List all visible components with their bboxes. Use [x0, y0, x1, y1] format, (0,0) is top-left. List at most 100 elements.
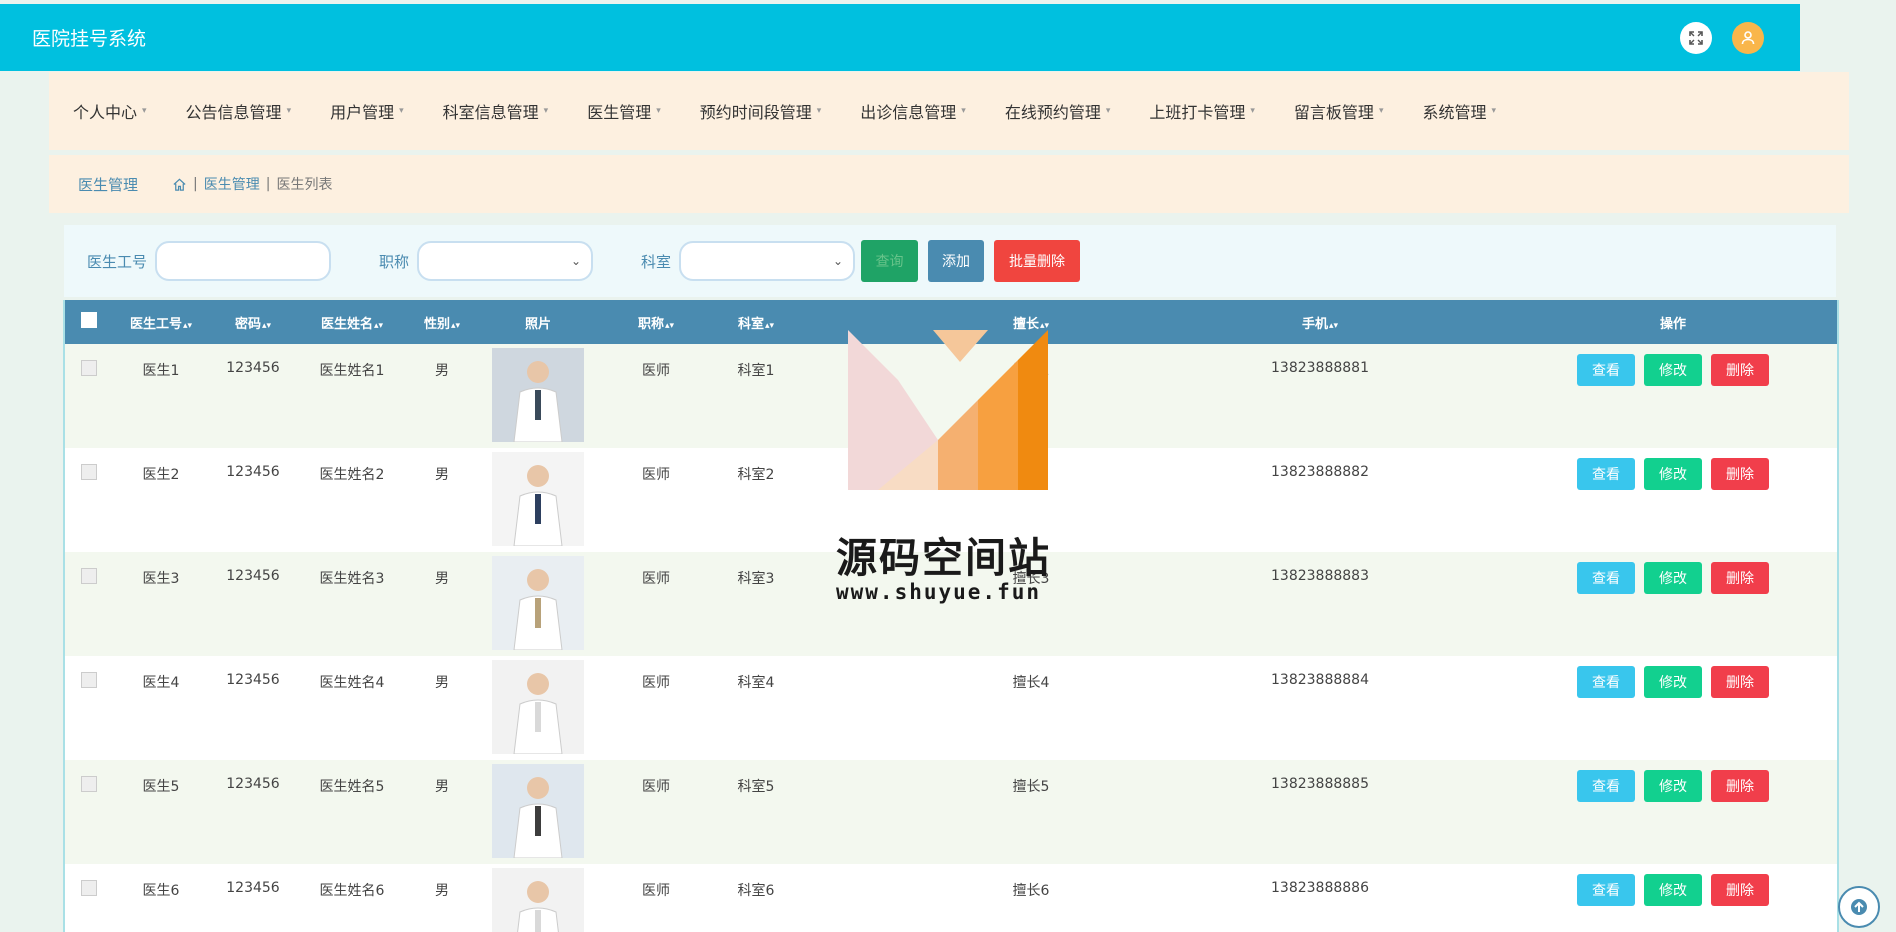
delete-button[interactable]: 删除	[1711, 458, 1769, 490]
chevron-down-icon: ⌄	[832, 254, 844, 268]
cell-dept: 科室2	[713, 448, 799, 552]
chevron-down-icon: ⌄	[570, 254, 582, 268]
cell-password: 123456	[209, 344, 297, 448]
view-button[interactable]: 查看	[1577, 562, 1635, 594]
header-phone[interactable]: 手机▴▾	[1139, 300, 1501, 344]
delete-button[interactable]: 删除	[1711, 666, 1769, 698]
row-checkbox[interactable]	[81, 776, 97, 792]
delete-button[interactable]: 删除	[1711, 770, 1769, 802]
cell-id: 医生3	[113, 552, 209, 656]
cell-name: 医生姓名5	[297, 760, 407, 864]
title-select[interactable]: ⌄	[417, 241, 594, 281]
cell-password: 123456	[209, 864, 297, 932]
menu-item-10[interactable]: 系统管理 ▾	[1422, 99, 1496, 123]
header-gender[interactable]: 性别▴▾	[407, 300, 477, 344]
sort-icon: ▴▾	[450, 320, 461, 331]
search-form: 医生工号 职称 ⌄ 科室 ⌄ 查询 添加 批量删除	[64, 225, 1836, 297]
breadcrumb-separator: |	[265, 176, 271, 192]
caret-down-icon: ▾	[142, 106, 147, 116]
row-checkbox[interactable]	[81, 464, 97, 480]
caret-down-icon: ▾	[399, 106, 404, 116]
table-row: 医生5 123456 医生姓名5 男 医师 科室5 擅长5 13823888885 查看 修…	[65, 760, 1837, 864]
menu-item-8[interactable]: 上班打卡管理 ▾	[1149, 99, 1255, 123]
cell-photo	[477, 760, 599, 864]
header-title[interactable]: 职称▴▾	[599, 300, 713, 344]
menu-item-0[interactable]: 个人中心 ▾	[73, 99, 147, 123]
batch-delete-button[interactable]: 批量删除	[994, 240, 1081, 282]
caret-down-icon: ▾	[543, 106, 549, 116]
home-icon[interactable]	[172, 177, 187, 192]
fullscreen-button[interactable]	[1680, 21, 1712, 54]
cell-title: 医师	[599, 656, 713, 760]
row-select-cell	[65, 864, 113, 932]
row-checkbox[interactable]	[81, 672, 97, 688]
row-checkbox[interactable]	[81, 360, 97, 376]
doctor-id-label: 医生工号	[87, 252, 148, 271]
view-button[interactable]: 查看	[1577, 874, 1635, 906]
menu-item-label: 公告信息管理	[185, 103, 282, 122]
menu-item-label: 出诊信息管理	[860, 103, 957, 122]
user-avatar-button[interactable]	[1732, 21, 1764, 54]
header-name[interactable]: 医生姓名▴▾	[297, 300, 407, 344]
watermark-url: www.shuyue.fun	[836, 580, 1042, 604]
add-button[interactable]: 添加	[928, 240, 985, 282]
delete-button[interactable]: 删除	[1711, 354, 1769, 386]
view-button[interactable]: 查看	[1577, 666, 1635, 698]
menu-item-5[interactable]: 预约时间段管理 ▾	[700, 99, 822, 123]
cell-title: 医师	[599, 864, 713, 932]
delete-button[interactable]: 删除	[1711, 562, 1769, 594]
view-button[interactable]: 查看	[1577, 354, 1635, 386]
row-checkbox[interactable]	[81, 880, 97, 896]
doctor-photo	[492, 868, 584, 932]
menu-item-2[interactable]: 用户管理 ▾	[330, 99, 404, 123]
cell-gap	[799, 656, 923, 760]
caret-down-icon: ▾	[961, 106, 966, 116]
view-button[interactable]: 查看	[1577, 770, 1635, 802]
cell-gender: 男	[407, 448, 477, 552]
cell-password: 123456	[209, 656, 297, 760]
doctor-photo	[492, 660, 584, 754]
breadcrumb-link-doctor-management[interactable]: 医生管理	[204, 174, 260, 194]
edit-button[interactable]: 修改	[1644, 874, 1702, 906]
table-row: 医生6 123456 医生姓名6 男 医师 科室6 擅长6 13823888886 查看 修…	[65, 864, 1837, 932]
header-password[interactable]: 密码▴▾	[209, 300, 297, 344]
cell-dept: 科室1	[713, 344, 799, 448]
caret-down-icon: ▾	[1491, 106, 1497, 116]
edit-button[interactable]: 修改	[1644, 458, 1702, 490]
doctor-photo	[492, 452, 584, 546]
menu-item-3[interactable]: 科室信息管理 ▾	[443, 99, 549, 123]
menu-item-7[interactable]: 在线预约管理 ▾	[1005, 99, 1111, 123]
header-id[interactable]: 医生工号▴▾	[113, 300, 209, 344]
back-to-top-button[interactable]	[1838, 886, 1880, 928]
edit-button[interactable]: 修改	[1644, 770, 1702, 802]
cell-actions: 查看 修改 删除	[1501, 864, 1837, 932]
menu-item-9[interactable]: 留言板管理 ▾	[1294, 99, 1384, 123]
menu-item-1[interactable]: 公告信息管理 ▾	[186, 99, 292, 123]
cell-phone: 13823888885	[1139, 760, 1501, 864]
app-title: 医院挂号系统	[32, 28, 147, 50]
menu-item-4[interactable]: 医生管理 ▾	[587, 99, 661, 123]
search-button[interactable]: 查询	[861, 240, 919, 282]
view-button[interactable]: 查看	[1577, 458, 1635, 490]
sort-icon: ▴▾	[664, 320, 675, 331]
row-checkbox[interactable]	[81, 568, 97, 584]
cell-actions: 查看 修改 删除	[1501, 344, 1837, 448]
cell-id: 医生5	[113, 760, 209, 864]
header-dept[interactable]: 科室▴▾	[713, 300, 799, 344]
edit-button[interactable]: 修改	[1644, 562, 1702, 594]
delete-button[interactable]: 删除	[1711, 874, 1769, 906]
dept-select[interactable]: ⌄	[679, 241, 856, 281]
edit-button[interactable]: 修改	[1644, 666, 1702, 698]
select-all-checkbox[interactable]	[81, 312, 97, 328]
cell-gender: 男	[407, 656, 477, 760]
menu-item-6[interactable]: 出诊信息管理 ▾	[860, 99, 966, 123]
doctor-id-input[interactable]	[155, 241, 332, 281]
cell-name: 医生姓名6	[297, 864, 407, 932]
cell-dept: 科室4	[713, 656, 799, 760]
doctor-photo	[492, 764, 584, 858]
cell-phone: 13823888884	[1139, 656, 1501, 760]
breadcrumb-separator: |	[193, 176, 198, 192]
select-all-header	[65, 300, 113, 344]
edit-button[interactable]: 修改	[1644, 354, 1702, 386]
menu-item-label: 医生管理	[587, 103, 652, 122]
